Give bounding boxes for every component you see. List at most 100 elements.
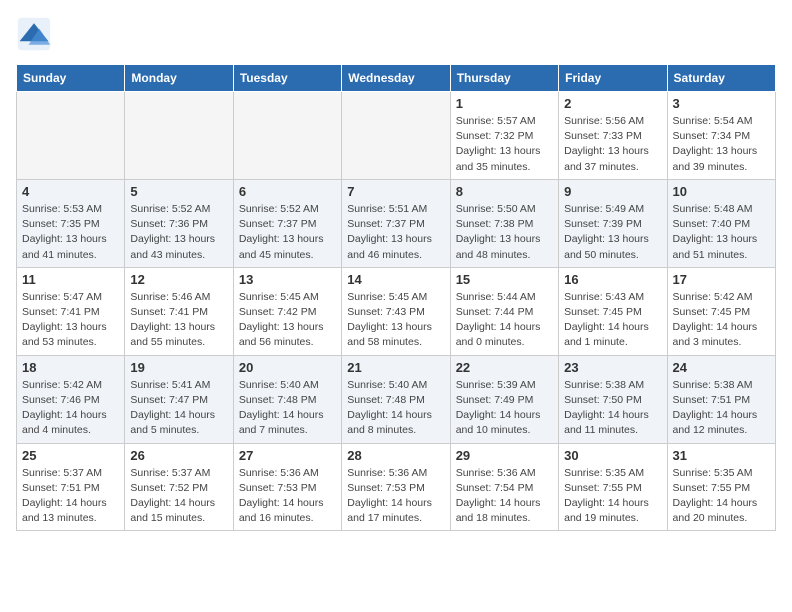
day-number: 10: [673, 184, 770, 199]
day-detail: Sunrise: 5:40 AM Sunset: 7:48 PM Dayligh…: [239, 378, 336, 439]
calendar-cell: 13Sunrise: 5:45 AM Sunset: 7:42 PM Dayli…: [233, 267, 341, 355]
day-detail: Sunrise: 5:48 AM Sunset: 7:40 PM Dayligh…: [673, 202, 770, 263]
day-detail: Sunrise: 5:41 AM Sunset: 7:47 PM Dayligh…: [130, 378, 227, 439]
day-number: 6: [239, 184, 336, 199]
day-number: 20: [239, 360, 336, 375]
calendar-cell: 18 Sunrise: 5:42 AM Sunset: 7:46 PM Dayli…: [17, 355, 125, 443]
day-detail: Sunrise: 5:52 AM Sunset: 7:36 PM Dayligh…: [130, 202, 227, 263]
calendar-cell: 14 Sunrise: 5:45 AM Sunset: 7:43 PM Dayli…: [342, 267, 450, 355]
calendar-cell: 1 Sunrise: 5:57 AM Sunset: 7:32 PM Daylig…: [450, 92, 558, 180]
day-detail: Sunrise: 5:43 AM Sunset: 7:45 PM Dayligh…: [564, 290, 661, 351]
day-detail: Sunrise: 5:45 AM Sunset: 7:43 PM Dayligh…: [347, 290, 444, 351]
calendar-cell: 21 Sunrise: 5:40 AM Sunset: 7:48 PM Dayli…: [342, 355, 450, 443]
day-detail: Sunrise: 5:37 AM Sunset: 7:51 PM Dayligh…: [22, 466, 119, 527]
day-number: 4: [22, 184, 119, 199]
calendar-cell: 4Sunrise: 5:53 AM Sunset: 7:35 PM Daylig…: [17, 179, 125, 267]
calendar-cell: [233, 92, 341, 180]
day-detail: Sunrise: 5:40 AM Sunset: 7:48 PM Dayligh…: [347, 378, 444, 439]
day-detail: Sunrise: 5:49 AM Sunset: 7:39 PM Dayligh…: [564, 202, 661, 263]
day-detail: Sunrise: 5:38 AM Sunset: 7:51 PM Dayligh…: [673, 378, 770, 439]
day-number: 24: [673, 360, 770, 375]
day-number: 22: [456, 360, 553, 375]
day-number: 11: [22, 272, 119, 287]
calendar-cell: 16 Sunrise: 5:43 AM Sunset: 7:45 PM Dayli…: [559, 267, 667, 355]
calendar-cell: 2Sunrise: 5:56 AM Sunset: 7:33 PM Daylig…: [559, 92, 667, 180]
calendar-cell: 28Sunrise: 5:36 AM Sunset: 7:53 PM Dayli…: [342, 443, 450, 531]
day-detail: Sunrise: 5:47 AM Sunset: 7:41 PM Dayligh…: [22, 290, 119, 351]
day-number: 28: [347, 448, 444, 463]
day-detail: Sunrise: 5:56 AM Sunset: 7:33 PM Dayligh…: [564, 114, 661, 175]
day-number: 21: [347, 360, 444, 375]
day-number: 30: [564, 448, 661, 463]
day-detail: Sunrise: 5:39 AM Sunset: 7:49 PM Dayligh…: [456, 378, 553, 439]
calendar-cell: 5 Sunrise: 5:52 AM Sunset: 7:36 PM Daylig…: [125, 179, 233, 267]
day-number: 16: [564, 272, 661, 287]
calendar-cell: 10 Sunrise: 5:48 AM Sunset: 7:40 PM Dayli…: [667, 179, 775, 267]
calendar-cell: 6Sunrise: 5:52 AM Sunset: 7:37 PM Daylig…: [233, 179, 341, 267]
calendar-week-row: 1 Sunrise: 5:57 AM Sunset: 7:32 PM Daylig…: [17, 92, 776, 180]
calendar-cell: 12 Sunrise: 5:46 AM Sunset: 7:41 PM Dayli…: [125, 267, 233, 355]
calendar-cell: [17, 92, 125, 180]
day-number: 31: [673, 448, 770, 463]
day-number: 1: [456, 96, 553, 111]
weekday-header-tuesday: Tuesday: [233, 65, 341, 92]
calendar-cell: 27 Sunrise: 5:36 AM Sunset: 7:53 PM Dayli…: [233, 443, 341, 531]
day-detail: Sunrise: 5:51 AM Sunset: 7:37 PM Dayligh…: [347, 202, 444, 263]
day-detail: Sunrise: 5:38 AM Sunset: 7:50 PM Dayligh…: [564, 378, 661, 439]
day-number: 18: [22, 360, 119, 375]
day-detail: Sunrise: 5:36 AM Sunset: 7:53 PM Dayligh…: [239, 466, 336, 527]
calendar-cell: 26 Sunrise: 5:37 AM Sunset: 7:52 PM Dayli…: [125, 443, 233, 531]
day-number: 15: [456, 272, 553, 287]
calendar-cell: 22 Sunrise: 5:39 AM Sunset: 7:49 PM Dayli…: [450, 355, 558, 443]
day-detail: Sunrise: 5:46 AM Sunset: 7:41 PM Dayligh…: [130, 290, 227, 351]
calendar-week-row: 11 Sunrise: 5:47 AM Sunset: 7:41 PM Dayli…: [17, 267, 776, 355]
calendar-cell: [125, 92, 233, 180]
day-number: 23: [564, 360, 661, 375]
day-number: 19: [130, 360, 227, 375]
day-number: 5: [130, 184, 227, 199]
logo-icon: [16, 16, 52, 52]
day-number: 29: [456, 448, 553, 463]
logo: [16, 16, 58, 52]
calendar-cell: 8Sunrise: 5:50 AM Sunset: 7:38 PM Daylig…: [450, 179, 558, 267]
calendar-week-row: 25 Sunrise: 5:37 AM Sunset: 7:51 PM Dayli…: [17, 443, 776, 531]
day-detail: Sunrise: 5:42 AM Sunset: 7:46 PM Dayligh…: [22, 378, 119, 439]
day-number: 3: [673, 96, 770, 111]
weekday-header-wednesday: Wednesday: [342, 65, 450, 92]
day-number: 17: [673, 272, 770, 287]
day-number: 14: [347, 272, 444, 287]
day-detail: Sunrise: 5:50 AM Sunset: 7:38 PM Dayligh…: [456, 202, 553, 263]
calendar-cell: 25 Sunrise: 5:37 AM Sunset: 7:51 PM Dayli…: [17, 443, 125, 531]
day-detail: Sunrise: 5:57 AM Sunset: 7:32 PM Dayligh…: [456, 114, 553, 175]
calendar-cell: 29 Sunrise: 5:36 AM Sunset: 7:54 PM Dayli…: [450, 443, 558, 531]
calendar-cell: 9 Sunrise: 5:49 AM Sunset: 7:39 PM Daylig…: [559, 179, 667, 267]
calendar-cell: 11 Sunrise: 5:47 AM Sunset: 7:41 PM Dayli…: [17, 267, 125, 355]
day-number: 27: [239, 448, 336, 463]
day-detail: Sunrise: 5:35 AM Sunset: 7:55 PM Dayligh…: [564, 466, 661, 527]
day-detail: Sunrise: 5:42 AM Sunset: 7:45 PM Dayligh…: [673, 290, 770, 351]
header: [16, 16, 776, 52]
day-number: 12: [130, 272, 227, 287]
calendar-cell: 17 Sunrise: 5:42 AM Sunset: 7:45 PM Dayli…: [667, 267, 775, 355]
weekday-header-saturday: Saturday: [667, 65, 775, 92]
day-number: 26: [130, 448, 227, 463]
day-number: 25: [22, 448, 119, 463]
calendar-cell: 30 Sunrise: 5:35 AM Sunset: 7:55 PM Dayli…: [559, 443, 667, 531]
calendar-cell: 19 Sunrise: 5:41 AM Sunset: 7:47 PM Dayli…: [125, 355, 233, 443]
day-number: 13: [239, 272, 336, 287]
calendar-week-row: 18 Sunrise: 5:42 AM Sunset: 7:46 PM Dayli…: [17, 355, 776, 443]
calendar-cell: 3Sunrise: 5:54 AM Sunset: 7:34 PM Daylig…: [667, 92, 775, 180]
calendar-cell: 31Sunrise: 5:35 AM Sunset: 7:55 PM Dayli…: [667, 443, 775, 531]
day-number: 9: [564, 184, 661, 199]
weekday-header-friday: Friday: [559, 65, 667, 92]
calendar-cell: 15 Sunrise: 5:44 AM Sunset: 7:44 PM Dayli…: [450, 267, 558, 355]
calendar-cell: 23 Sunrise: 5:38 AM Sunset: 7:50 PM Dayli…: [559, 355, 667, 443]
day-detail: Sunrise: 5:44 AM Sunset: 7:44 PM Dayligh…: [456, 290, 553, 351]
weekday-header-sunday: Sunday: [17, 65, 125, 92]
day-detail: Sunrise: 5:36 AM Sunset: 7:54 PM Dayligh…: [456, 466, 553, 527]
calendar-week-row: 4Sunrise: 5:53 AM Sunset: 7:35 PM Daylig…: [17, 179, 776, 267]
day-number: 7: [347, 184, 444, 199]
calendar-table: SundayMondayTuesdayWednesdayThursdayFrid…: [16, 64, 776, 531]
day-detail: Sunrise: 5:37 AM Sunset: 7:52 PM Dayligh…: [130, 466, 227, 527]
weekday-header-monday: Monday: [125, 65, 233, 92]
